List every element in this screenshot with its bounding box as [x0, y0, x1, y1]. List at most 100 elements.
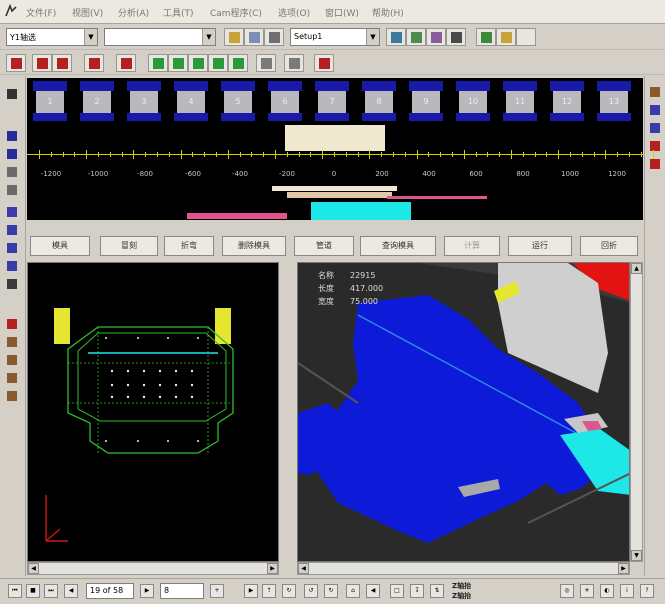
next-step-icon[interactable]: ▶ [140, 584, 154, 598]
fill-tool[interactable] [4, 276, 21, 292]
scroll-right-icon[interactable]: ▶ [267, 563, 278, 574]
select-tool[interactable] [4, 86, 21, 102]
punch-tool-button[interactable] [6, 54, 26, 72]
3d-view-horizontal-scrollbar[interactable]: ◀ ▶ [297, 562, 630, 575]
play-icon[interactable]: ▶ [244, 584, 258, 598]
gauge-button[interactable] [84, 54, 104, 72]
right-tool-4[interactable] [647, 138, 664, 154]
tool-slot[interactable]: 1 [33, 81, 67, 125]
tool-slot[interactable]: 5 [221, 81, 255, 125]
camera-icon[interactable]: ◎ [560, 584, 574, 598]
menu-cam-program[interactable]: Cam程序(C) [210, 6, 262, 19]
menu-tools[interactable]: 工具(T) [163, 6, 194, 19]
scroll-left-icon[interactable]: ◀ [298, 563, 309, 574]
chevron-down-icon[interactable]: ▼ [366, 29, 379, 45]
3d-view-vertical-scrollbar[interactable]: ▲ ▼ [630, 262, 643, 562]
tool-slot[interactable]: 4 [174, 81, 208, 125]
refold-button[interactable]: 回折 [580, 236, 638, 256]
menu-options[interactable]: 选项(O) [278, 6, 310, 19]
zoom-in-icon[interactable]: + [210, 584, 224, 598]
2d-view-horizontal-scrollbar[interactable]: ◀ ▶ [27, 562, 279, 575]
unfold-button[interactable]: 冒刻 [100, 236, 158, 256]
line-tool[interactable] [4, 334, 21, 350]
measure-tool[interactable] [4, 182, 21, 198]
extra-button[interactable] [516, 28, 536, 46]
check-tool-button[interactable] [446, 28, 466, 46]
last-step-icon[interactable]: ⏭ [44, 584, 58, 598]
arc-tool[interactable] [4, 352, 21, 368]
settings-button[interactable] [256, 54, 276, 72]
verify-button[interactable] [314, 54, 334, 72]
blank-select[interactable]: ▼ [104, 28, 216, 46]
tool-slot[interactable]: 13 [597, 81, 631, 125]
right-tool-5[interactable] [647, 156, 664, 172]
pointer-tool[interactable] [4, 128, 21, 144]
print-button[interactable] [264, 28, 284, 46]
first-step-icon[interactable]: ⏮ [8, 584, 22, 598]
measure-icon[interactable]: ↧ [410, 584, 424, 598]
menu-file[interactable]: 文件(F) [26, 6, 56, 19]
tool-slot[interactable]: 11 [503, 81, 537, 125]
step-button[interactable] [148, 54, 168, 72]
scroll-down-icon[interactable]: ▼ [631, 550, 642, 561]
grid-view-button[interactable] [386, 28, 406, 46]
tool-slot[interactable]: 7 [315, 81, 349, 125]
refresh-icon[interactable]: ↻ [282, 584, 296, 598]
warning-button[interactable] [208, 54, 228, 72]
expand-button[interactable] [284, 54, 304, 72]
tool-slot[interactable]: 10 [456, 81, 490, 125]
right-tool-1[interactable] [647, 84, 664, 100]
scroll-right-icon[interactable]: ▶ [618, 563, 629, 574]
calculate-button[interactable]: 计算 [444, 236, 500, 256]
light-icon[interactable]: ☀ [580, 584, 594, 598]
color-mode-icon[interactable]: ◐ [600, 584, 614, 598]
rotate-right-icon[interactable]: ↻ [324, 584, 338, 598]
copy-button[interactable] [244, 28, 264, 46]
export-button[interactable] [496, 28, 516, 46]
table-view-button[interactable] [406, 28, 426, 46]
fit-icon[interactable]: □ [390, 584, 404, 598]
zoom-tool[interactable] [4, 146, 21, 162]
die-set-button[interactable] [52, 54, 72, 72]
view-reset-icon[interactable]: ⌂ [346, 584, 360, 598]
edit-tool-button[interactable] [426, 28, 446, 46]
right-tool-3[interactable] [647, 120, 664, 136]
tool-slot[interactable]: 9 [409, 81, 443, 125]
stop-icon[interactable]: ■ [26, 584, 40, 598]
delete-tools-button[interactable]: 删除模具 [222, 236, 286, 256]
text-tool[interactable] [4, 388, 21, 404]
menu-view[interactable]: 视图(V) [72, 6, 103, 19]
tool-slot[interactable]: 12 [550, 81, 584, 125]
die-tool-button[interactable] [32, 54, 52, 72]
color-button[interactable] [228, 54, 248, 72]
setup-select[interactable]: Setup1 ▼ [290, 28, 380, 46]
zoom-select[interactable]: 8 [160, 583, 204, 599]
tool-slot[interactable]: 2 [80, 81, 114, 125]
help-icon[interactable]: ? [640, 584, 654, 598]
menu-analyze[interactable]: 分析(A) [118, 6, 149, 19]
view-splitter[interactable] [280, 262, 296, 576]
simulate-button[interactable] [476, 28, 496, 46]
pan-tool[interactable] [4, 164, 21, 180]
step-counter-field[interactable]: 19 of 58 [86, 583, 134, 599]
rotate-left-icon[interactable]: ↺ [304, 584, 318, 598]
axis-icon[interactable]: ⇅ [430, 584, 444, 598]
manage-button[interactable]: 管道 [294, 236, 354, 256]
mode-select[interactable]: Y1轴选 ▼ [6, 28, 98, 46]
run-button[interactable]: 运行 [508, 236, 572, 256]
view-iso-tool[interactable] [4, 240, 21, 256]
menu-window[interactable]: 窗口(W) [325, 6, 359, 19]
info-icon[interactable]: i [620, 584, 634, 598]
tools-button[interactable]: 模具 [30, 236, 90, 256]
bend-button[interactable]: 折弯 [164, 236, 214, 256]
view-front-tool[interactable] [4, 204, 21, 220]
paint-tool[interactable] [4, 258, 21, 274]
tool-slot[interactable]: 8 [362, 81, 396, 125]
prev-step-icon[interactable]: ◀ [64, 584, 78, 598]
clamp-button[interactable] [116, 54, 136, 72]
tool-slot[interactable]: 3 [127, 81, 161, 125]
chevron-down-icon[interactable]: ▼ [202, 29, 215, 45]
rotate-button[interactable] [188, 54, 208, 72]
right-tool-2[interactable] [647, 102, 664, 118]
open-button[interactable] [224, 28, 244, 46]
